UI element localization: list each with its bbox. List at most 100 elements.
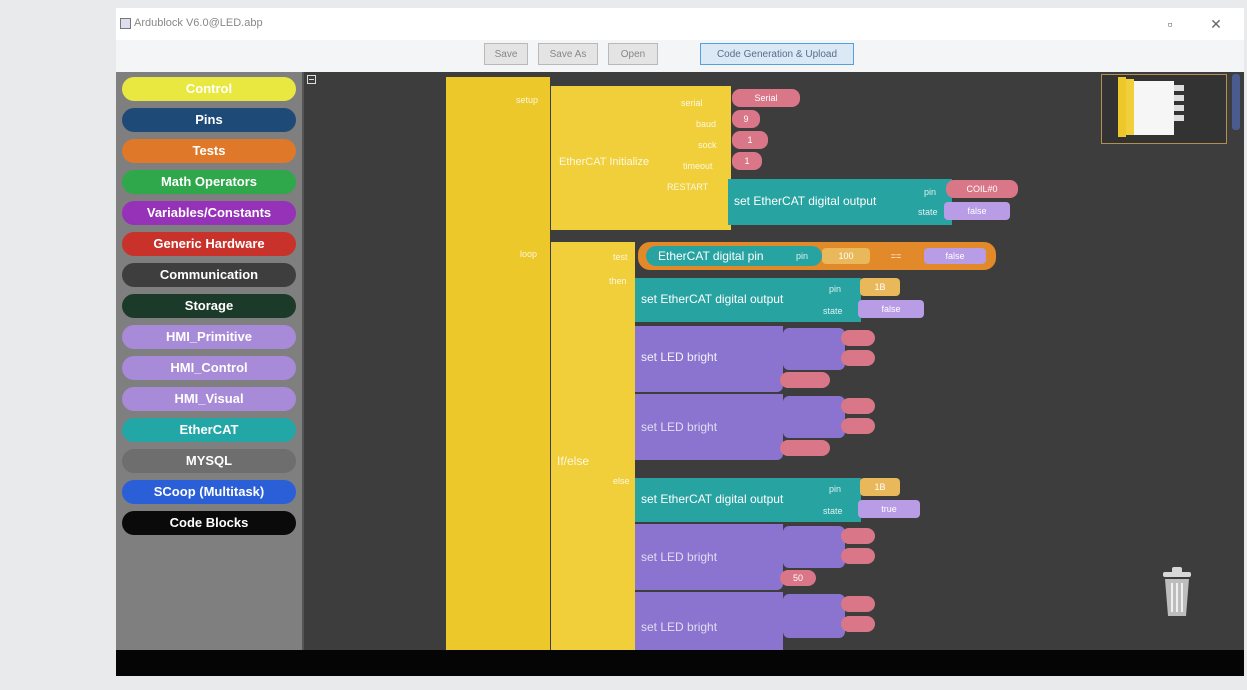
led-3-bright-value[interactable]: 50 xyxy=(780,570,816,586)
init-param-restart: RESTART xyxy=(667,182,709,192)
else-state-label: state xyxy=(823,506,843,516)
led-1-val-value[interactable] xyxy=(841,350,875,366)
app-icon xyxy=(120,18,131,29)
program-block[interactable]: setup loop xyxy=(446,77,550,650)
led-4-val-value[interactable] xyxy=(841,616,875,632)
ethercat-digital-pin-block[interactable]: EtherCAT digital pin pin xyxy=(646,246,822,266)
set-ethercat-output-else-block[interactable]: set EtherCAT digital output pin state xyxy=(635,478,861,522)
led-4-param-group xyxy=(783,594,845,638)
loop-label: loop xyxy=(520,249,538,259)
setup-pin-value[interactable]: COIL#0 xyxy=(946,180,1018,198)
else-set-output-label: set EtherCAT digital output xyxy=(641,492,784,506)
init-param-timeout: timeout xyxy=(683,161,713,171)
setup-state-value[interactable]: false xyxy=(944,202,1010,220)
category-generic-hardware[interactable]: Generic Hardware xyxy=(122,232,296,256)
led-2-param-group xyxy=(783,396,845,438)
maximize-button[interactable]: ▫ xyxy=(1160,14,1180,34)
toolbar: Save Save As Open Code Generation & Uplo… xyxy=(116,40,1244,72)
led-3-val-value[interactable] xyxy=(841,548,875,564)
compare-value[interactable]: false xyxy=(924,248,986,264)
test-label: test xyxy=(613,252,628,262)
save-as-button[interactable]: Save As xyxy=(538,43,598,65)
then-label: then xyxy=(609,276,627,286)
close-button[interactable]: ✕ xyxy=(1206,14,1226,34)
category-mysql[interactable]: MYSQL xyxy=(122,449,296,473)
init-block-label: EtherCAT Initialize xyxy=(559,156,650,168)
category-pins[interactable]: Pins xyxy=(122,108,296,132)
workspace-scrollbar[interactable] xyxy=(1232,74,1240,130)
led-1-label: set LED bright xyxy=(641,350,718,364)
minimap-preview xyxy=(1118,77,1184,137)
set-ethercat-output-setup-block[interactable]: set EtherCAT digital output pin state xyxy=(728,179,952,225)
save-button[interactable]: Save xyxy=(484,43,528,65)
state-label: state xyxy=(918,207,938,217)
category-tests[interactable]: Tests xyxy=(122,139,296,163)
else-pin-label: pin xyxy=(829,484,842,494)
digital-pin-pin-label: pin xyxy=(796,251,809,261)
category-communication[interactable]: Communication xyxy=(122,263,296,287)
set-led-bright-block-1[interactable]: set LED bright xyxy=(635,326,783,392)
led-2-bright-value[interactable] xyxy=(780,440,830,456)
led-3-label: set LED bright xyxy=(641,550,718,564)
led-3-pin-value[interactable] xyxy=(841,528,875,544)
else-pin-value[interactable]: 1B xyxy=(860,478,900,496)
led-3-param-group xyxy=(783,526,845,568)
init-baud-value[interactable]: 9 xyxy=(732,110,760,128)
trash-icon[interactable] xyxy=(1160,566,1194,618)
category-hmi-visual[interactable]: HMI_Visual xyxy=(122,387,296,411)
compare-operator: == xyxy=(890,251,902,261)
category-storage[interactable]: Storage xyxy=(122,294,296,318)
init-param-serial: serial xyxy=(681,98,703,108)
category-code-blocks[interactable]: Code Blocks xyxy=(122,511,296,535)
else-state-value[interactable]: true xyxy=(858,500,920,518)
digital-pin-number[interactable]: 100 xyxy=(822,248,870,264)
init-sock-value[interactable]: 1 xyxy=(732,131,768,149)
init-serial-value[interactable]: Serial xyxy=(732,89,800,107)
set-output-label: set EtherCAT digital output xyxy=(734,194,877,208)
status-bar xyxy=(116,650,1244,676)
then-pin-label: pin xyxy=(829,284,842,294)
category-hmi-primitive[interactable]: HMI_Primitive xyxy=(122,325,296,349)
led-1-bright-value[interactable] xyxy=(780,372,830,388)
set-ethercat-output-then-block[interactable]: set EtherCAT digital output pin state xyxy=(635,278,861,322)
if-else-block[interactable]: If/else test then else xyxy=(551,242,635,650)
ethercat-initialize-block[interactable]: EtherCAT Initialize serial baud sock tim… xyxy=(551,86,731,230)
pin-label: pin xyxy=(924,187,937,197)
then-pin-value[interactable]: 1B xyxy=(860,278,900,296)
digital-pin-label: EtherCAT digital pin xyxy=(658,249,764,263)
else-label: else xyxy=(613,476,630,486)
setup-label: setup xyxy=(516,95,539,105)
category-math-operators[interactable]: Math Operators xyxy=(122,170,296,194)
category-ethercat[interactable]: EtherCAT xyxy=(122,418,296,442)
window-title: Ardublock V6.0@LED.abp xyxy=(134,17,263,29)
init-param-baud: baud xyxy=(696,119,717,129)
open-button[interactable]: Open xyxy=(608,43,658,65)
app-window: Ardublock V6.0@LED.abp ▫ ✕ Save Save As … xyxy=(116,8,1244,676)
title-bar: Ardublock V6.0@LED.abp ▫ ✕ xyxy=(116,8,1244,40)
category-scoop-multitask[interactable]: SCoop (Multitask) xyxy=(122,480,296,504)
block-workspace[interactable]: setup loop EtherCAT Initialize serial ba… xyxy=(304,72,1244,650)
set-led-bright-block-3[interactable]: set LED bright xyxy=(635,524,783,590)
led-1-param-group xyxy=(783,328,845,370)
set-led-bright-block-4[interactable]: set LED bright xyxy=(635,592,783,650)
workspace-minimap[interactable] xyxy=(1101,74,1227,144)
led-2-pin-value[interactable] xyxy=(841,398,875,414)
category-control[interactable]: Control xyxy=(122,77,296,101)
if-else-label: If/else xyxy=(557,454,590,468)
set-led-bright-block-2[interactable]: set LED bright xyxy=(635,394,783,460)
then-set-output-label: set EtherCAT digital output xyxy=(641,292,784,306)
led-2-label: set LED bright xyxy=(641,420,718,434)
led-2-val-value[interactable] xyxy=(841,418,875,434)
init-param-sock: sock xyxy=(698,140,717,150)
led-1-pin-value[interactable] xyxy=(841,330,875,346)
upload-button[interactable]: Code Generation & Upload xyxy=(700,43,854,65)
block-palette: Control Pins Tests Math Operators Variab… xyxy=(116,72,304,650)
collapse-icon[interactable] xyxy=(307,75,316,84)
then-state-value[interactable]: false xyxy=(858,300,924,318)
category-variables-constants[interactable]: Variables/Constants xyxy=(122,201,296,225)
then-state-label: state xyxy=(823,306,843,316)
category-hmi-control[interactable]: HMI_Control xyxy=(122,356,296,380)
led-4-pin-value[interactable] xyxy=(841,596,875,612)
led-4-label: set LED bright xyxy=(641,620,718,634)
init-timeout-value[interactable]: 1 xyxy=(732,152,762,170)
